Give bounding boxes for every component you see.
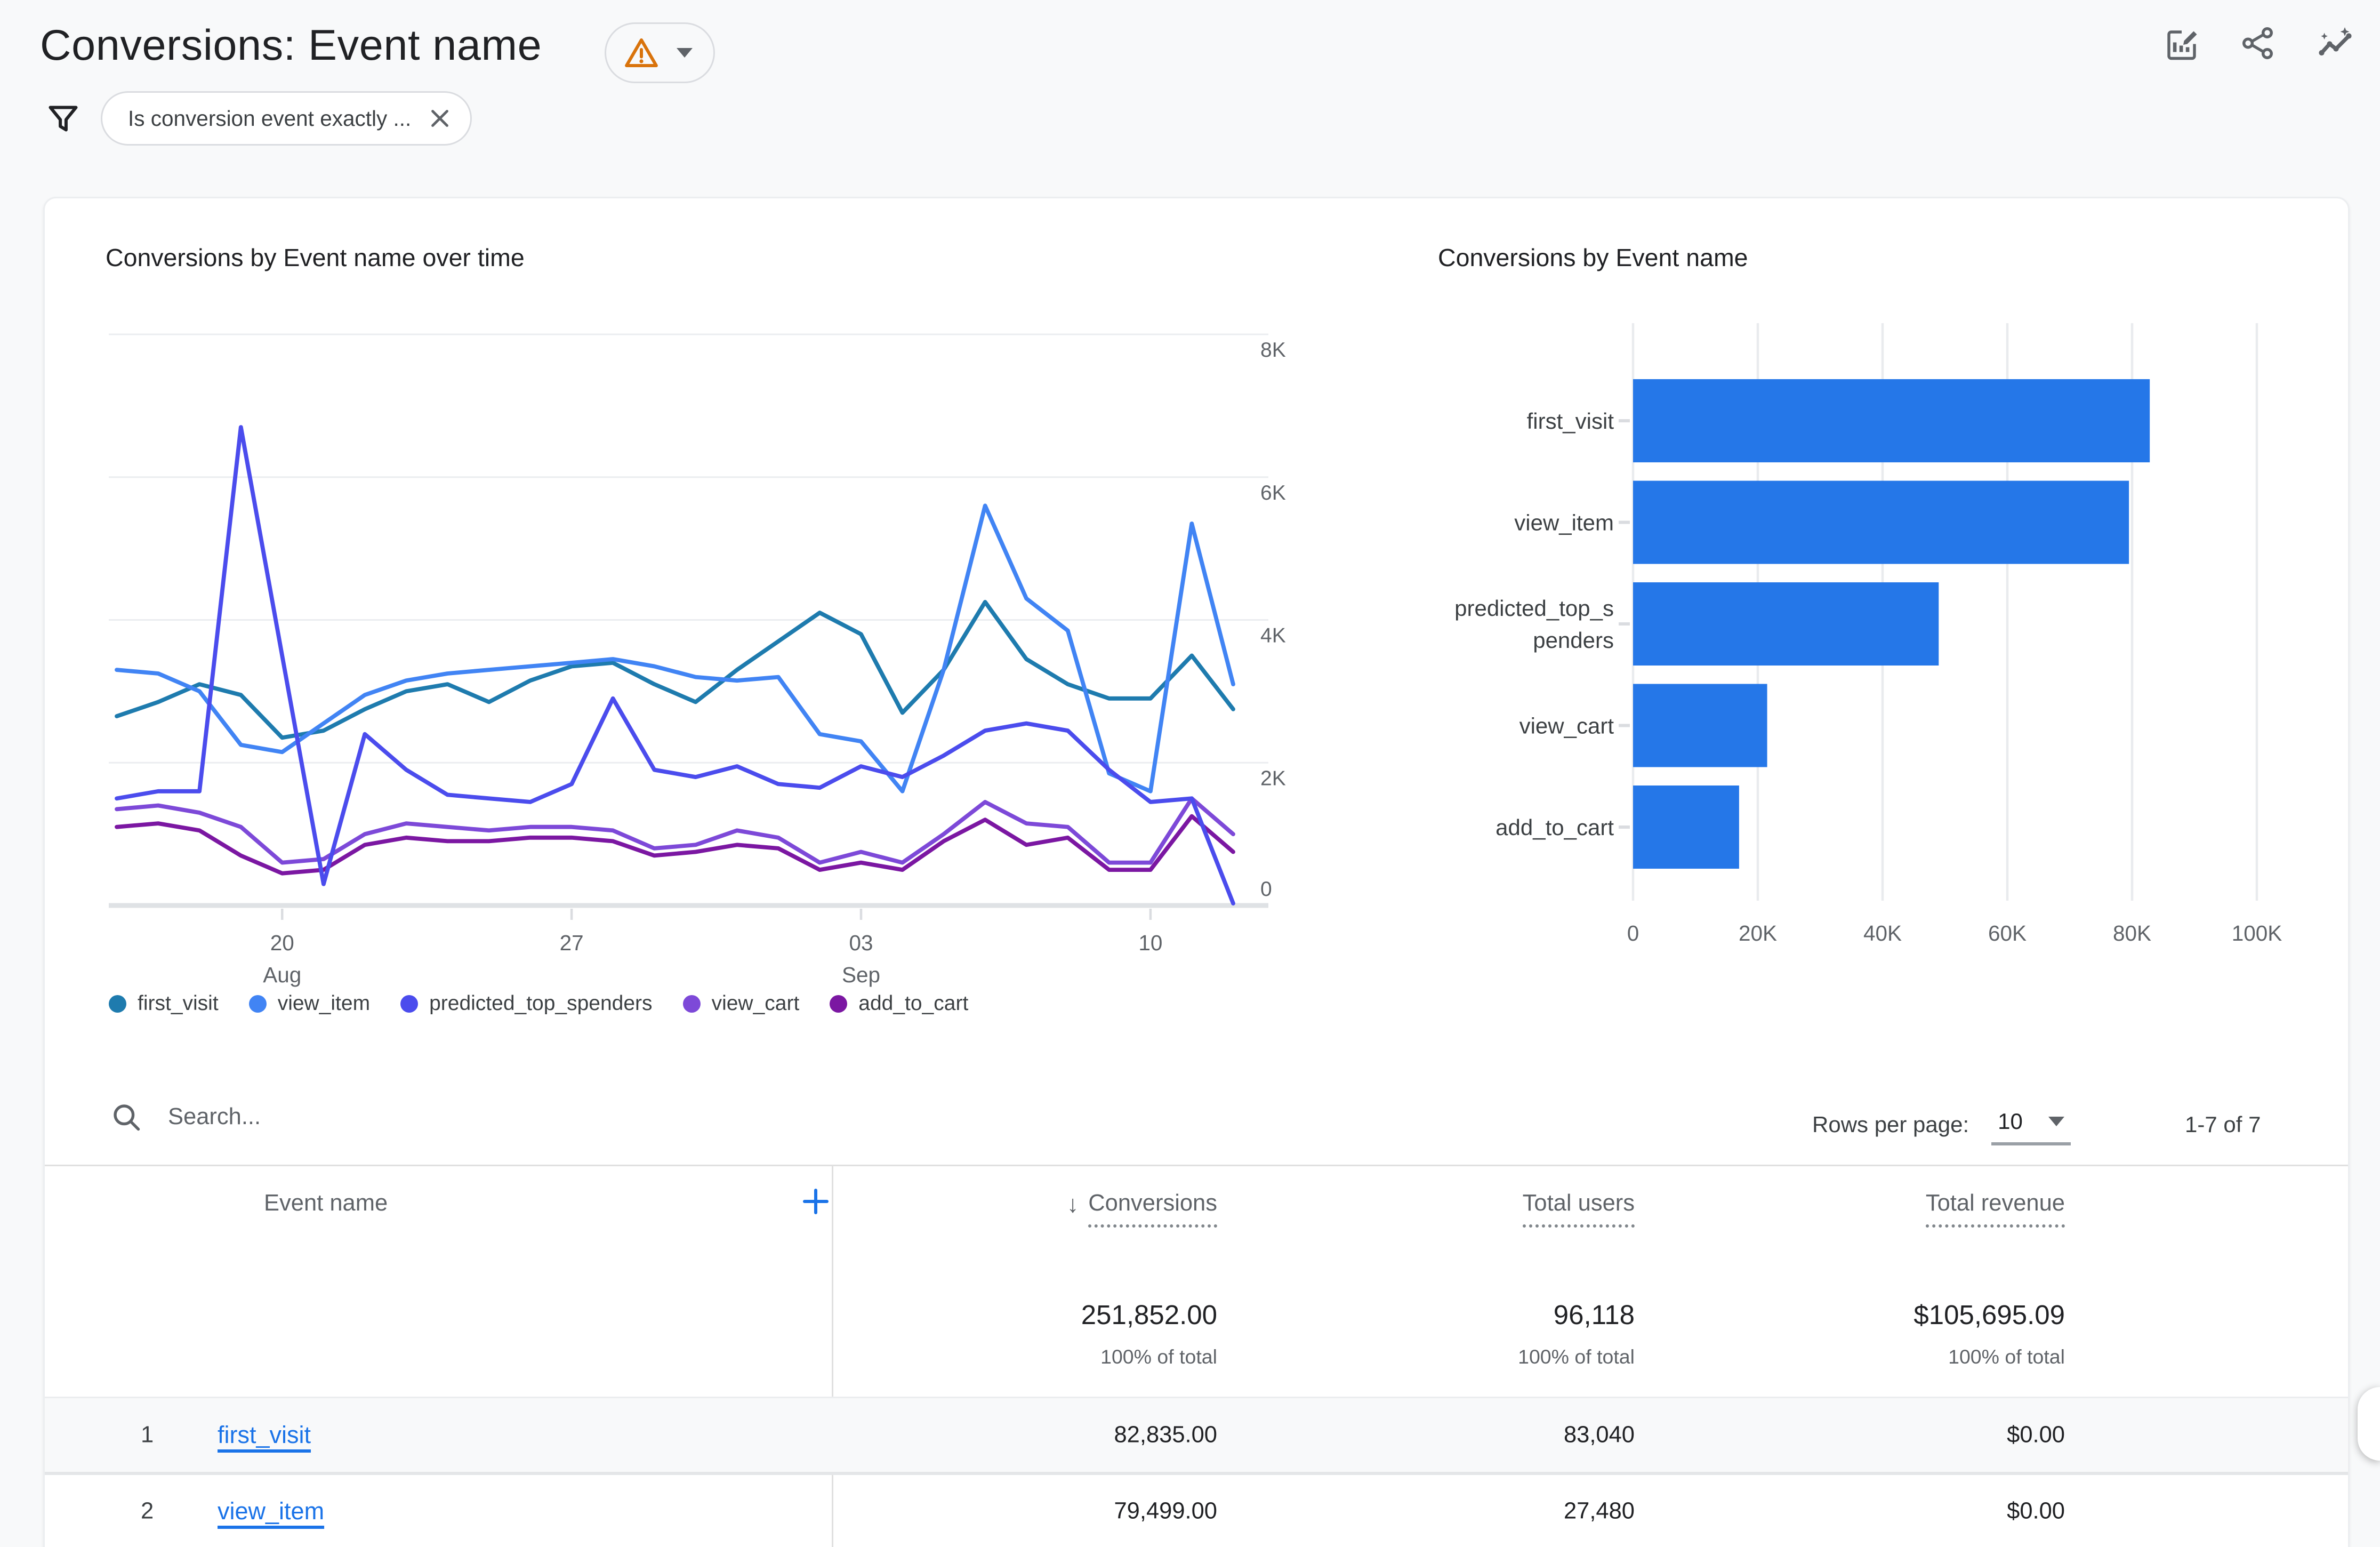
- legend-dot-icon: [249, 995, 267, 1013]
- svg-text:10: 10: [1138, 931, 1162, 955]
- column-header-total-users[interactable]: Total users: [1523, 1190, 1635, 1228]
- chevron-down-icon: [2048, 1117, 2064, 1126]
- total-conversions-share: 100% of total: [1100, 1345, 1217, 1368]
- sort-descending-icon: ↓: [1067, 1190, 1079, 1218]
- svg-text:add_to_cart: add_to_cart: [1495, 815, 1614, 840]
- close-icon[interactable]: [429, 107, 451, 130]
- svg-text:predicted_top_spenders: predicted_top_spenders: [1454, 596, 1614, 653]
- total-revenue: $105,695.09: [1913, 1299, 2065, 1330]
- legend-label: view_cart: [712, 992, 800, 1015]
- chevron-down-icon: [677, 48, 693, 58]
- event-name-link[interactable]: first_visit: [218, 1421, 311, 1449]
- legend-label: add_to_cart: [858, 992, 968, 1015]
- legend-dot-icon: [109, 995, 126, 1013]
- filter-chip-label: Is conversion event exactly ...: [128, 106, 411, 131]
- scroll-handle[interactable]: [2358, 1387, 2380, 1461]
- row-index: 2: [141, 1498, 154, 1524]
- svg-text:0: 0: [1627, 921, 1639, 945]
- table-body: 1 first_visit 82,835.00 83,040 $0.00 2 v…: [45, 1397, 2348, 1547]
- svg-text:first_visit: first_visit: [1527, 408, 1614, 434]
- customize-report-icon[interactable]: [2164, 26, 2199, 61]
- add-dimension-icon[interactable]: [800, 1185, 832, 1217]
- total-revenue-share: 100% of total: [1948, 1345, 2065, 1368]
- svg-text:6K: 6K: [1260, 482, 1286, 504]
- pagination-range: 1-7 of 7: [2185, 1112, 2261, 1137]
- page-title: Conversions: Event name: [40, 21, 542, 70]
- column-header-conversions[interactable]: ↓ Conversions: [1067, 1190, 1217, 1228]
- svg-text:27: 27: [560, 931, 584, 955]
- svg-text:view_item: view_item: [1514, 510, 1614, 535]
- svg-text:4K: 4K: [1260, 624, 1286, 647]
- conversions-over-time-chart[interactable]: 8K 6K 4K 2K 0 20 Aug 27 03 Sep 10: [77, 294, 1356, 1030]
- svg-text:80K: 80K: [2113, 921, 2151, 945]
- svg-text:Aug: Aug: [263, 963, 301, 987]
- search-icon: [112, 1103, 141, 1132]
- legend-dot-icon: [683, 995, 701, 1013]
- report-card: Conversions by Event name over time Conv…: [43, 197, 2350, 1547]
- legend-item[interactable]: view_cart: [683, 992, 800, 1015]
- total-revenue-value: $0.00: [2007, 1422, 2065, 1448]
- legend-label: predicted_top_spenders: [429, 992, 652, 1015]
- row-index: 1: [141, 1422, 154, 1448]
- event-name-link[interactable]: view_item: [218, 1497, 324, 1525]
- svg-text:8K: 8K: [1260, 339, 1286, 362]
- data-quality-badge[interactable]: [605, 22, 715, 83]
- legend-item[interactable]: add_to_cart: [830, 992, 968, 1015]
- total-users-share: 100% of total: [1518, 1345, 1635, 1368]
- svg-text:40K: 40K: [1863, 921, 1902, 945]
- filter-chip[interactable]: Is conversion event exactly ...: [101, 91, 472, 146]
- share-icon[interactable]: [2241, 26, 2276, 61]
- chart-legend: first_visit view_item predicted_top_spende…: [109, 992, 968, 1015]
- svg-text:view_cart: view_cart: [1519, 714, 1614, 739]
- warning-triangle-icon: [624, 37, 659, 69]
- rows-per-page: Rows per page: 10: [1812, 1112, 2071, 1145]
- filter-bar: Is conversion event exactly ...: [46, 91, 472, 146]
- conversions-value: 79,499.00: [1114, 1498, 1217, 1524]
- total-conversions: 251,852.00: [1081, 1299, 1217, 1330]
- legend-label: view_item: [278, 992, 370, 1015]
- header-actions: [2164, 26, 2353, 61]
- rows-per-page-value: 10: [1998, 1109, 2023, 1134]
- conversions-value: 82,835.00: [1114, 1422, 1217, 1448]
- svg-text:Sep: Sep: [842, 963, 880, 987]
- filter-funnel-icon[interactable]: [46, 102, 80, 135]
- total-revenue-value: $0.00: [2007, 1498, 2065, 1524]
- total-users-value: 27,480: [1564, 1498, 1635, 1524]
- insights-icon[interactable]: [2318, 26, 2353, 61]
- search-box: [112, 1102, 645, 1132]
- column-header-event-name: Event name: [264, 1190, 388, 1216]
- search-input[interactable]: [165, 1102, 645, 1132]
- legend-item[interactable]: predicted_top_spenders: [400, 992, 652, 1015]
- svg-text:0: 0: [1260, 878, 1272, 901]
- svg-text:20: 20: [270, 931, 294, 955]
- bar-chart-title: Conversions by Event name: [1438, 243, 1748, 272]
- legend-item[interactable]: view_item: [249, 992, 370, 1015]
- divider: [45, 1165, 2348, 1166]
- rows-per-page-label: Rows per page:: [1812, 1112, 1969, 1137]
- legend-dot-icon: [400, 995, 418, 1013]
- total-users: 96,118: [1554, 1299, 1635, 1330]
- svg-text:60K: 60K: [1988, 921, 2027, 945]
- column-header-total-revenue[interactable]: Total revenue: [1926, 1190, 2065, 1228]
- svg-text:03: 03: [849, 931, 873, 955]
- legend-item[interactable]: first_visit: [109, 992, 219, 1015]
- svg-text:2K: 2K: [1260, 767, 1286, 790]
- analytics-report-page: Conversions: Event name: [0, 0, 2380, 1547]
- rows-per-page-select[interactable]: 10: [1991, 1109, 2071, 1145]
- legend-label: first_visit: [138, 992, 219, 1015]
- table-row[interactable]: 1 first_visit 82,835.00 83,040 $0.00: [45, 1397, 2348, 1472]
- line-chart-title: Conversions by Event name over time: [106, 243, 525, 272]
- table-row[interactable]: 2 view_item 79,499.00 27,480 $0.00: [45, 1472, 2348, 1547]
- svg-text:20K: 20K: [1739, 921, 1777, 945]
- legend-dot-icon: [830, 995, 847, 1013]
- total-users-value: 83,040: [1564, 1422, 1635, 1448]
- conversions-by-event-chart[interactable]: 0 20K 40K 60K 80K 100K first_visit view_itempre…: [1420, 294, 2345, 966]
- svg-text:100K: 100K: [2232, 921, 2282, 945]
